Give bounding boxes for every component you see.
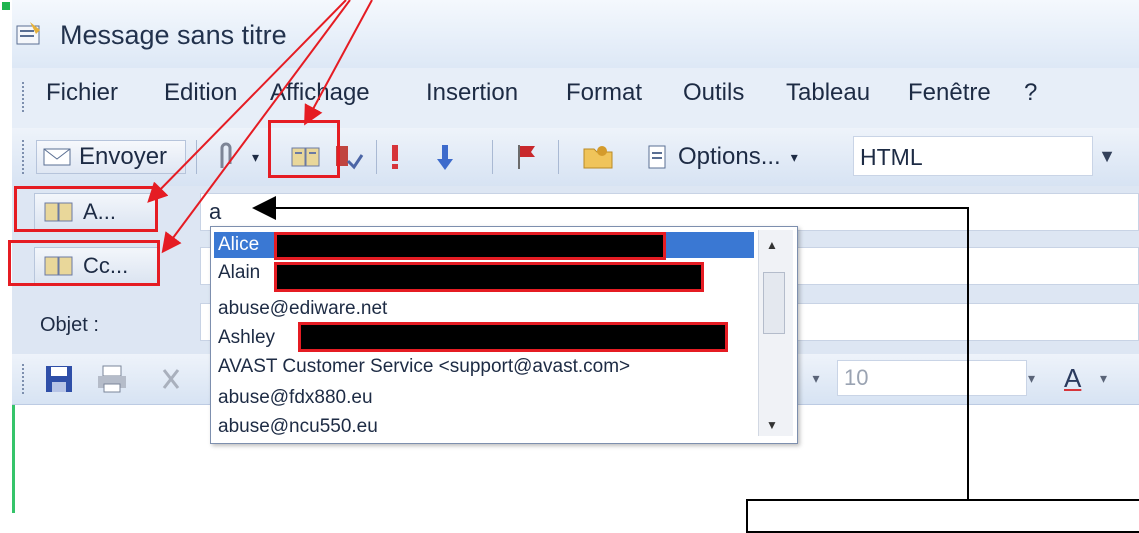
annotation-arrows — [147, 0, 969, 499]
callout-box — [746, 499, 1139, 533]
